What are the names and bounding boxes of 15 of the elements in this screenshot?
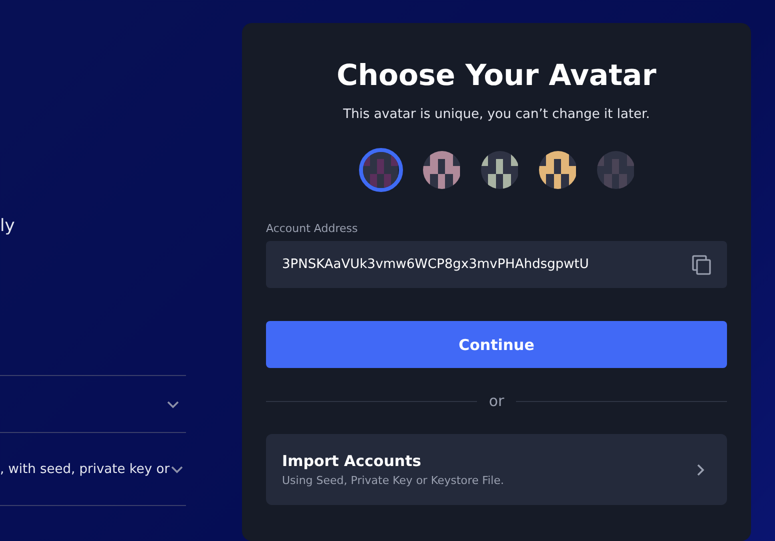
avatar-option[interactable]: [538, 151, 576, 189]
avatar-option[interactable]: [358, 148, 402, 192]
faq-question: , with seed, private key or: [0, 462, 170, 476]
continue-button[interactable]: Continue: [266, 321, 727, 368]
avatar-option[interactable]: [480, 151, 518, 189]
divider-text: or: [488, 392, 504, 410]
address-label: Account Address: [266, 222, 359, 235]
copy-icon[interactable]: [691, 254, 713, 276]
avatar-option[interactable]: [422, 151, 460, 189]
import-accounts-item[interactable]: Import Accounts Using Seed, Private Key or Keystore File.: [266, 434, 727, 505]
text-fragment: ly: [0, 216, 16, 238]
card-title: Choose Your Avatar: [336, 57, 658, 94]
address-field[interactable]: 3PNSKAaVUk3vmw6WCP8gx3mvPHAhdsgpwtU: [266, 241, 727, 288]
card-subtitle: This avatar is unique, you can’t change it later.: [342, 107, 651, 122]
chevron-right-icon: [695, 462, 705, 476]
